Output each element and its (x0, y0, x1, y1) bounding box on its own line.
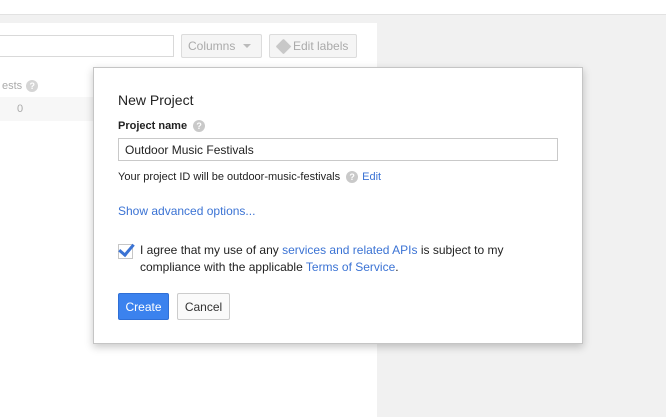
background-column-header: ests ? (2, 80, 39, 92)
checkmark-icon (118, 239, 135, 258)
project-name-label-row: Project name ? (118, 120, 206, 132)
project-name-label: Project name (118, 120, 188, 132)
tag-icon (275, 38, 292, 54)
help-icon[interactable]: ? (346, 171, 359, 183)
edit-labels-button[interactable]: Edit labels (269, 34, 357, 58)
project-id-text: Your project ID will be outdoor-music-fe… (118, 171, 341, 183)
background-table-row (0, 97, 93, 121)
edit-project-id-link[interactable]: Edit (362, 171, 381, 183)
dialog-title: New Project (118, 92, 194, 108)
new-project-dialog: New Project Project name ? Your project … (93, 67, 583, 344)
project-id-row: Your project ID will be outdoor-music-fe… (118, 171, 381, 183)
services-apis-link[interactable]: services and related APIs (282, 243, 417, 257)
chevron-down-icon (243, 44, 252, 48)
columns-button[interactable]: Columns (181, 34, 262, 58)
project-name-input[interactable] (118, 138, 558, 161)
help-icon[interactable]: ? (193, 120, 206, 132)
agree-suffix: . (395, 260, 399, 274)
agreement-text: I agree that my use of any services and … (140, 242, 518, 276)
column-header-text: ests (2, 80, 23, 92)
columns-label: Columns (188, 39, 236, 53)
background-row-value: 0 (17, 103, 24, 115)
edit-labels-label: Edit labels (293, 39, 349, 53)
agree-checkbox[interactable] (118, 239, 135, 259)
background-search-input[interactable] (0, 35, 174, 57)
terms-agreement: I agree that my use of any services and … (118, 239, 518, 276)
agree-prefix: I agree that my use of any (140, 243, 283, 257)
cancel-button[interactable]: Cancel (177, 293, 230, 320)
top-bar (0, 0, 666, 15)
help-icon: ? (26, 80, 39, 92)
terms-of-service-link[interactable]: Terms of Service (306, 260, 395, 274)
show-advanced-options-link[interactable]: Show advanced options... (118, 204, 255, 218)
create-button[interactable]: Create (118, 293, 169, 320)
